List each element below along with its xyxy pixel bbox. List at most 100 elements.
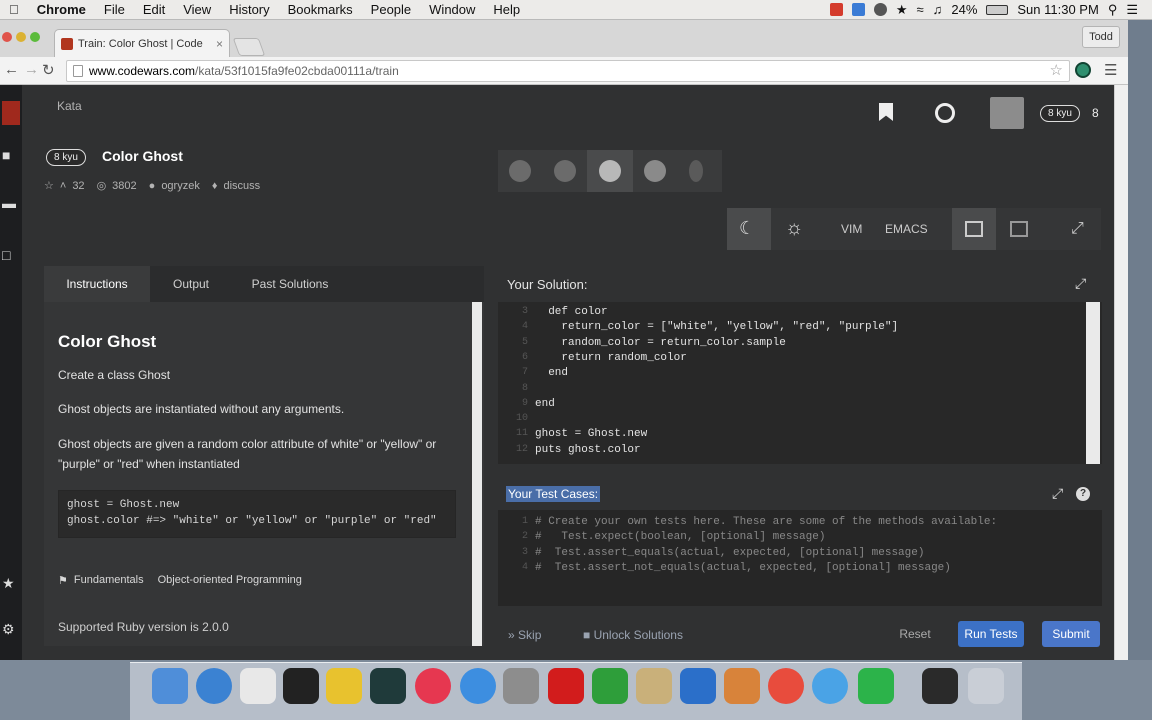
fullscreen-icon[interactable]: ⤢ xyxy=(1071,220,1084,238)
author-link[interactable]: ogryzek xyxy=(161,180,200,192)
skype-icon[interactable] xyxy=(812,668,848,704)
menu-app-name[interactable]: Chrome xyxy=(28,2,95,17)
tag-fundamentals[interactable]: Fundamentals xyxy=(74,574,144,587)
itunes-icon[interactable] xyxy=(415,668,451,704)
tab-output[interactable]: Output xyxy=(150,266,232,302)
python-icon[interactable] xyxy=(644,160,666,182)
ruby-icon[interactable] xyxy=(599,160,621,182)
sublime-text-icon[interactable] xyxy=(724,668,760,704)
downloads-icon[interactable] xyxy=(922,668,958,704)
sun-icon[interactable]: ☼ xyxy=(785,217,803,240)
tab-past-solutions[interactable]: Past Solutions xyxy=(232,266,348,302)
powerpoint-icon[interactable] xyxy=(548,668,584,704)
discuss-link[interactable]: discuss xyxy=(223,180,260,192)
help-icon[interactable]: ? xyxy=(1076,487,1090,501)
spotlight-search-icon[interactable]: ⚲ xyxy=(1108,2,1118,18)
skip-button[interactable]: » Skip xyxy=(508,628,541,642)
javascript-icon[interactable] xyxy=(509,160,531,182)
address-bar[interactable]: www.codewars.com/kata/53f1015fa9fe02cbda… xyxy=(66,60,1070,82)
forward-icon[interactable]: → xyxy=(24,61,39,78)
train-icon[interactable]: ■ xyxy=(2,147,18,163)
window-close-icon[interactable] xyxy=(2,32,12,42)
emacs-mode-button[interactable]: EMACS xyxy=(885,222,928,236)
run-tests-button[interactable]: Run Tests xyxy=(958,621,1024,647)
bookmark-star-icon[interactable]: ☆ xyxy=(1050,61,1063,81)
app-store-icon[interactable] xyxy=(460,668,496,704)
volume-icon[interactable]: ♫ xyxy=(933,2,943,17)
browser-tab-active[interactable]: Train: Color Ghost | Code × xyxy=(54,29,230,57)
menu-help[interactable]: Help xyxy=(484,2,529,17)
chat-icon[interactable]: ▬ xyxy=(2,195,18,211)
word-icon[interactable] xyxy=(680,668,716,704)
app-tray-icon[interactable] xyxy=(851,3,865,16)
instructions-scrollbar[interactable] xyxy=(472,302,482,646)
unlock-solutions-button[interactable]: ■ Unlock Solutions xyxy=(583,628,683,642)
star-icon[interactable]: ☆ xyxy=(44,179,54,192)
clock[interactable]: Sun 11:30 PM xyxy=(1017,2,1098,17)
battery-icon[interactable] xyxy=(986,4,1009,15)
menu-people[interactable]: People xyxy=(362,2,420,17)
menu-window[interactable]: Window xyxy=(420,2,484,17)
editor-scrollbar[interactable] xyxy=(1086,302,1100,464)
coffeescript-icon[interactable] xyxy=(554,160,576,182)
solution-fullscreen-icon[interactable]: ⤢ xyxy=(1075,275,1086,292)
chrome-icon[interactable] xyxy=(768,668,804,704)
extension-icon[interactable] xyxy=(1075,62,1091,78)
tag-oop[interactable]: Object-oriented Programming xyxy=(158,574,302,587)
apple-icon[interactable]:  xyxy=(0,2,28,17)
solution-editor[interactable]: 3 def color 4 return_color = ["white", "y… xyxy=(498,302,1102,464)
breadcrumb[interactable]: Kata xyxy=(57,99,82,113)
menu-file[interactable]: File xyxy=(95,2,134,17)
new-tab-button[interactable] xyxy=(232,38,266,56)
test-cases-editor[interactable]: 1 # Create your own tests here. These are… xyxy=(498,510,1102,606)
globe-icon[interactable] xyxy=(935,103,955,123)
user-avatar[interactable] xyxy=(990,97,1024,129)
reload-icon[interactable]: ↻ xyxy=(42,61,55,79)
menu-history[interactable]: History xyxy=(220,2,278,17)
launchpad-icon[interactable] xyxy=(240,668,276,704)
battery-status[interactable]: 24% xyxy=(951,2,977,17)
safari-icon[interactable] xyxy=(196,668,232,704)
page-info-icon[interactable] xyxy=(73,65,83,77)
system-preferences-icon[interactable] xyxy=(503,668,539,704)
page-scrollbar[interactable] xyxy=(1114,85,1128,660)
textwrangler-icon[interactable] xyxy=(326,668,362,704)
moon-icon[interactable]: ☾ xyxy=(739,218,755,239)
terminal-icon[interactable] xyxy=(283,668,319,704)
notification-center-icon[interactable]: ☰ xyxy=(1126,2,1138,18)
window-minimize-icon[interactable] xyxy=(16,32,26,42)
codewars-logo-icon[interactable] xyxy=(2,101,20,125)
window-zoom-icon[interactable] xyxy=(30,32,40,42)
tab-close-icon[interactable]: × xyxy=(216,37,223,51)
bluetooth-icon[interactable]: ★ xyxy=(896,2,908,18)
bookmark-icon[interactable] xyxy=(879,103,893,121)
camtasia-icon[interactable] xyxy=(858,668,894,704)
stacked-layout-icon[interactable] xyxy=(1010,221,1028,237)
upvote-icon[interactable]: ˄ xyxy=(60,180,66,192)
split-layout-icon[interactable] xyxy=(965,221,983,237)
wifi-icon[interactable]: ≈ xyxy=(916,2,923,17)
trash-icon[interactable] xyxy=(968,668,1004,704)
vim-mode-button[interactable]: VIM xyxy=(841,222,862,236)
excel-icon[interactable] xyxy=(592,668,628,704)
photo-app-icon[interactable] xyxy=(636,668,672,704)
activity-monitor-icon[interactable] xyxy=(370,668,406,704)
haskell-icon[interactable] xyxy=(689,160,703,182)
menu-view[interactable]: View xyxy=(174,2,220,17)
finder-icon[interactable] xyxy=(152,668,188,704)
menu-bookmarks[interactable]: Bookmarks xyxy=(279,2,362,17)
submit-button[interactable]: Submit xyxy=(1042,621,1100,647)
docs-icon[interactable]: □ xyxy=(2,247,18,263)
tab-instructions[interactable]: Instructions xyxy=(44,266,150,302)
solution-line-number: 8 xyxy=(521,382,528,394)
trophy-icon[interactable]: ★ xyxy=(2,575,18,591)
profile-button[interactable]: Todd xyxy=(1082,26,1120,48)
sync-icon[interactable] xyxy=(873,3,887,16)
recording-icon[interactable] xyxy=(829,3,843,16)
back-icon[interactable]: ← xyxy=(4,61,19,78)
tests-fullscreen-icon[interactable]: ⤢ xyxy=(1052,485,1063,502)
menu-edit[interactable]: Edit xyxy=(134,2,174,17)
settings-gear-icon[interactable]: ⚙ xyxy=(2,621,18,637)
reset-button[interactable]: Reset xyxy=(894,621,936,647)
chrome-menu-icon[interactable]: ☰ xyxy=(1104,61,1117,79)
